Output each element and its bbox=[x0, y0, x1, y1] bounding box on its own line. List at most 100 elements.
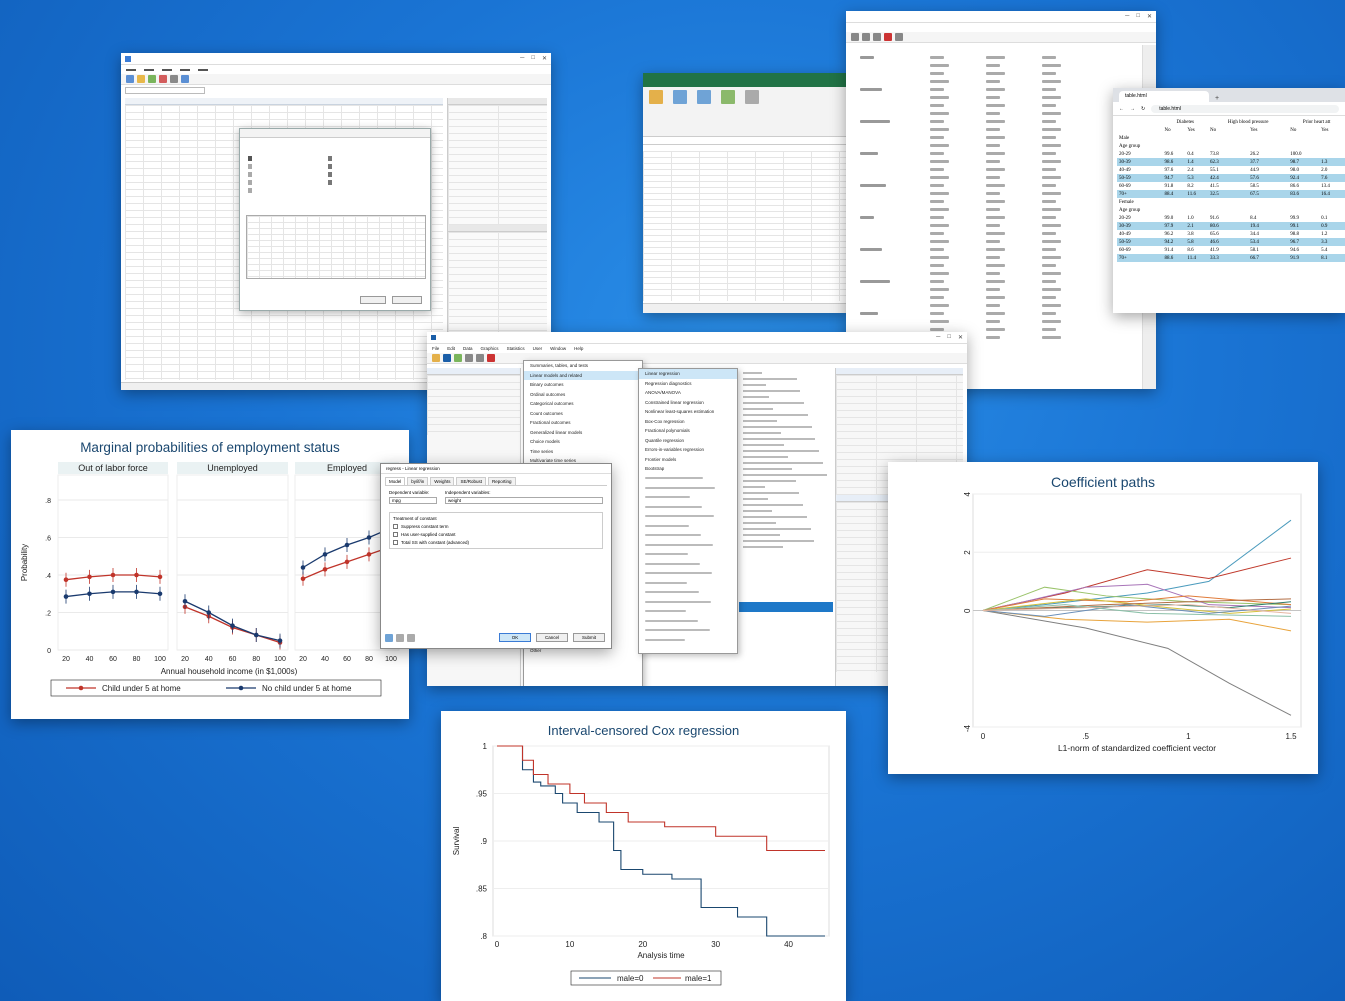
stata-toolbar[interactable] bbox=[427, 353, 967, 364]
reload-icon[interactable]: ↻ bbox=[1141, 106, 1145, 112]
tab-weights[interactable]: Weights bbox=[430, 477, 455, 485]
x-tick-label: 0 bbox=[981, 732, 986, 741]
menu-item[interactable]: Generalized linear models bbox=[524, 428, 642, 438]
submenu-item[interactable] bbox=[639, 559, 737, 569]
window-controls[interactable]: ─ □ ✕ bbox=[1125, 13, 1152, 20]
tab-serobust[interactable]: SE/Robust bbox=[456, 477, 486, 485]
cell-reference-box[interactable] bbox=[125, 87, 205, 94]
menu-window[interactable]: Window bbox=[550, 346, 566, 351]
checkbox[interactable] bbox=[393, 524, 398, 529]
submenu-item[interactable] bbox=[639, 550, 737, 560]
submenu-item[interactable]: Quantile regression bbox=[639, 436, 737, 446]
submenu-item[interactable]: Errors-in-variables regression bbox=[639, 445, 737, 455]
radio-group[interactable] bbox=[248, 153, 298, 196]
data-editor-toolbar[interactable] bbox=[121, 74, 551, 85]
address-bar[interactable]: ← → ↻ table.html bbox=[1113, 102, 1345, 116]
option-label: Has user-supplied constant bbox=[401, 532, 456, 537]
independent-variables-field[interactable]: weight bbox=[445, 497, 603, 504]
stata-menubar[interactable]: File Edit Data Graphics Statistics User Window… bbox=[427, 344, 967, 353]
option-row[interactable]: Total SS with constant (advanced) bbox=[393, 540, 599, 545]
browser-tabs[interactable]: table.html + bbox=[1113, 88, 1345, 102]
menu-item[interactable]: Summaries, tables, and tests bbox=[524, 361, 642, 371]
submenu-item[interactable]: Box-Cox regression bbox=[639, 417, 737, 427]
new-tab-icon[interactable]: + bbox=[1215, 95, 1219, 102]
submenu-item[interactable]: Bootstrap bbox=[639, 464, 737, 474]
submenu-item[interactable] bbox=[639, 635, 737, 645]
tab-model[interactable]: Model bbox=[385, 477, 406, 485]
menu-item[interactable]: Fractional outcomes bbox=[524, 418, 642, 428]
dialog-utility-icons[interactable] bbox=[385, 634, 415, 642]
window-controls[interactable]: ─ □ ✕ bbox=[936, 334, 963, 341]
submenu-item[interactable] bbox=[639, 569, 737, 579]
excel-ribbon[interactable] bbox=[643, 87, 848, 137]
ok-button[interactable]: OK bbox=[499, 633, 531, 642]
cancel-button[interactable]: Cancel bbox=[536, 633, 568, 642]
menu-item[interactable]: Choice models bbox=[524, 437, 642, 447]
checkbox[interactable] bbox=[393, 532, 398, 537]
dependent-variable-field[interactable]: mpg bbox=[389, 497, 437, 504]
submenu-item[interactable] bbox=[639, 540, 737, 550]
submenu-item[interactable] bbox=[639, 521, 737, 531]
data-editor-menubar[interactable] bbox=[121, 65, 551, 74]
menu-edit[interactable]: Edit bbox=[447, 346, 455, 351]
submenu-item[interactable] bbox=[639, 626, 737, 636]
menu-user[interactable]: User bbox=[533, 346, 543, 351]
submit-button[interactable]: Submit bbox=[573, 633, 605, 642]
menu-data[interactable]: Data bbox=[463, 346, 473, 351]
help-icon[interactable] bbox=[385, 634, 393, 642]
menu-item[interactable]: Linear models and related bbox=[524, 370, 642, 380]
submenu-item[interactable] bbox=[639, 474, 737, 484]
submenu-item[interactable] bbox=[639, 607, 737, 617]
submenu-item[interactable] bbox=[639, 512, 737, 522]
cancel-button[interactable] bbox=[392, 296, 422, 304]
dialog-tabs[interactable]: Model by/if/in Weights SE/Robust Reporting bbox=[381, 474, 611, 485]
sheet-tabs[interactable] bbox=[643, 303, 848, 313]
menu-help[interactable]: Help bbox=[574, 346, 583, 351]
formula-bar[interactable] bbox=[643, 137, 848, 145]
regtable-menubar[interactable] bbox=[846, 23, 1156, 32]
tab-byifin[interactable]: by/if/in bbox=[407, 477, 429, 485]
table-row bbox=[860, 224, 1126, 229]
submenu-item[interactable] bbox=[639, 493, 737, 503]
submenu-item[interactable] bbox=[639, 578, 737, 588]
command-bar[interactable] bbox=[739, 602, 833, 612]
linear-models-submenu[interactable]: Linear regression Regression diagnostics A… bbox=[638, 368, 738, 654]
menu-item[interactable]: Ordinal outcomes bbox=[524, 390, 642, 400]
submenu-item[interactable] bbox=[639, 597, 737, 607]
option-row[interactable]: Has user-supplied constant bbox=[393, 532, 599, 537]
submenu-item[interactable] bbox=[639, 502, 737, 512]
window-controls[interactable]: ─ □ ✕ bbox=[520, 55, 547, 62]
table-row bbox=[860, 240, 1126, 245]
checkbox-group[interactable] bbox=[328, 153, 408, 188]
submenu-item[interactable]: ANOVA/MANOVA bbox=[639, 388, 737, 398]
forward-icon[interactable]: → bbox=[1130, 106, 1135, 112]
menu-item[interactable]: Time series bbox=[524, 447, 642, 457]
menu-item[interactable]: Categorical outcomes bbox=[524, 399, 642, 409]
regtable-toolbar[interactable] bbox=[846, 32, 1156, 43]
checkbox[interactable] bbox=[393, 540, 398, 545]
excel-cells[interactable] bbox=[643, 151, 848, 301]
submenu-item[interactable]: Constrained linear regression bbox=[639, 398, 737, 408]
tab-reporting[interactable]: Reporting bbox=[487, 477, 516, 485]
browser-tab[interactable]: table.html bbox=[1119, 91, 1209, 102]
submenu-item[interactable] bbox=[639, 531, 737, 541]
menu-graphics[interactable]: Graphics bbox=[481, 346, 499, 351]
menu-file[interactable]: File bbox=[432, 346, 439, 351]
submenu-item[interactable]: Regression diagnostics bbox=[639, 379, 737, 389]
submenu-item[interactable]: Frontier models bbox=[639, 455, 737, 465]
submenu-item[interactable]: Linear regression bbox=[639, 369, 737, 379]
submenu-item[interactable] bbox=[639, 483, 737, 493]
submenu-item[interactable] bbox=[639, 588, 737, 598]
submenu-item[interactable]: Nonlinear least-squares estimation bbox=[639, 407, 737, 417]
submenu-item[interactable] bbox=[639, 616, 737, 626]
option-row[interactable]: Suppress constant term bbox=[393, 524, 599, 529]
menu-item[interactable]: Binary outcomes bbox=[524, 380, 642, 390]
submenu-item[interactable]: Fractional polynomials bbox=[639, 426, 737, 436]
url-field[interactable]: table.html bbox=[1151, 104, 1339, 113]
copy-icon[interactable] bbox=[407, 634, 415, 642]
menu-item[interactable]: Count outcomes bbox=[524, 409, 642, 419]
menu-statistics[interactable]: Statistics bbox=[507, 346, 525, 351]
back-icon[interactable]: ← bbox=[1119, 106, 1124, 112]
reset-icon[interactable] bbox=[396, 634, 404, 642]
ok-button[interactable] bbox=[360, 296, 386, 304]
